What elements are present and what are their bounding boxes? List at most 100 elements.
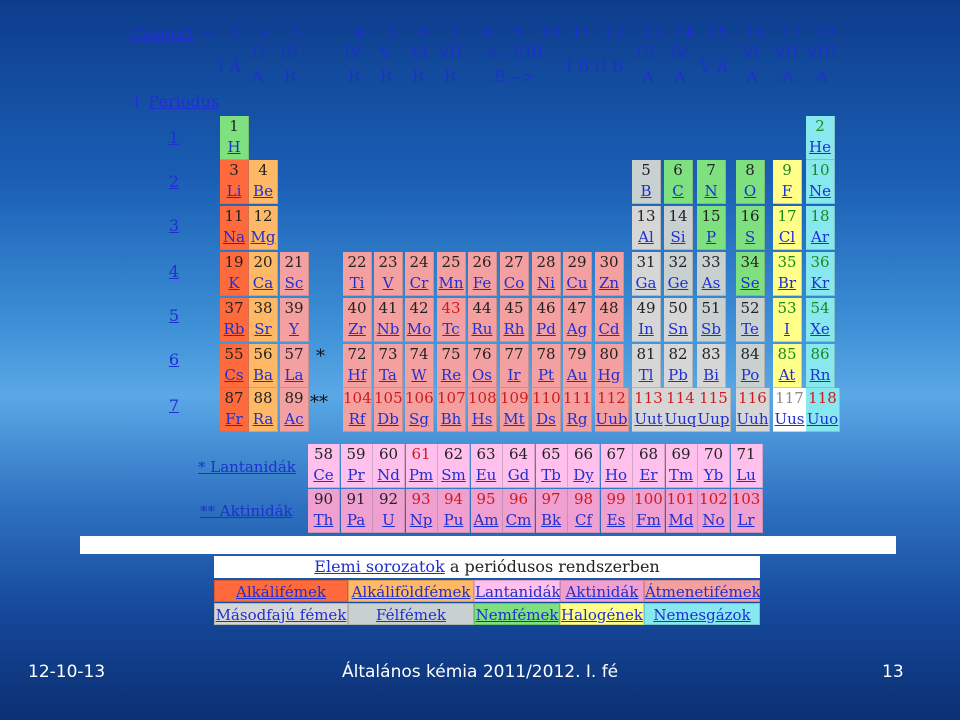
group-header-label[interactable]: Csoport →: [130, 24, 213, 43]
element-symbol[interactable]: Ca: [249, 273, 277, 294]
element-cell-rn[interactable]: 86 Rn: [806, 344, 835, 388]
element-symbol[interactable]: Pd: [532, 319, 560, 340]
element-cell-he[interactable]: 2 He: [806, 116, 835, 160]
legend-item-r1-2[interactable]: Lantanidák: [474, 580, 561, 602]
element-symbol[interactable]: Rb: [220, 319, 248, 340]
period-number-2[interactable]: 2: [160, 172, 188, 191]
element-symbol[interactable]: Ne: [806, 181, 834, 202]
element-symbol[interactable]: Tl: [632, 365, 660, 386]
element-symbol[interactable]: Nb: [374, 319, 402, 340]
element-symbol[interactable]: Sn: [664, 319, 692, 340]
element-cell-co[interactable]: 27 Co: [500, 252, 529, 296]
element-symbol[interactable]: Tb: [536, 465, 567, 486]
element-symbol[interactable]: K: [220, 273, 248, 294]
period-number-6[interactable]: 6: [160, 350, 188, 369]
element-symbol[interactable]: Cd: [595, 319, 623, 340]
element-cell-ta[interactable]: 73 Ta: [374, 344, 403, 388]
element-cell-as[interactable]: 33 As: [697, 252, 726, 296]
element-symbol[interactable]: Sm: [438, 465, 469, 486]
element-symbol[interactable]: Cr: [405, 273, 433, 294]
element-cell-am[interactable]: 95 Am: [470, 489, 503, 533]
legend-item-r1-0[interactable]: Alkálifémek: [214, 580, 348, 602]
element-cell-uuh[interactable]: 116 Uuh: [736, 388, 770, 432]
element-symbol[interactable]: Ho: [601, 465, 632, 486]
element-symbol[interactable]: Rh: [500, 319, 528, 340]
element-cell-db[interactable]: 105 Db: [374, 388, 403, 432]
element-cell-se[interactable]: 34 Se: [736, 252, 765, 296]
element-symbol[interactable]: Uuh: [736, 409, 769, 430]
element-cell-sc[interactable]: 21 Sc: [280, 252, 309, 296]
legend-item-r2-4[interactable]: Nemesgázok: [644, 603, 760, 625]
element-cell-pu[interactable]: 94 Pu: [438, 489, 470, 533]
element-symbol[interactable]: Ba: [249, 365, 277, 386]
element-symbol[interactable]: Gd: [503, 465, 534, 486]
element-symbol[interactable]: Pm: [406, 465, 437, 486]
element-cell-fr[interactable]: 87 Fr: [220, 388, 249, 432]
element-symbol[interactable]: Pu: [438, 510, 469, 531]
legend-item-r1-1[interactable]: Alkáliföldfémek: [348, 580, 474, 602]
element-cell-dy[interactable]: 66 Dy: [568, 444, 600, 488]
group-number-6[interactable]: 6: [410, 24, 436, 42]
element-symbol[interactable]: Sb: [697, 319, 725, 340]
element-cell-cu[interactable]: 29 Cu: [563, 252, 592, 296]
element-symbol[interactable]: Kr: [806, 273, 834, 294]
element-cell-sm[interactable]: 62 Sm: [438, 444, 470, 488]
element-cell-tb[interactable]: 65 Tb: [535, 444, 568, 488]
element-symbol[interactable]: Ar: [806, 227, 834, 248]
element-cell-ti[interactable]: 22 Ti: [343, 252, 372, 296]
element-cell-uut[interactable]: 113 Uut: [632, 388, 666, 432]
element-symbol[interactable]: Pa: [341, 510, 372, 531]
element-symbol[interactable]: Yb: [698, 465, 729, 486]
element-symbol[interactable]: Lr: [731, 510, 762, 531]
actinides-label[interactable]: ** Aktinidák: [200, 502, 293, 520]
element-symbol[interactable]: Ce: [308, 465, 339, 486]
group-number-16[interactable]: 16: [742, 24, 768, 42]
element-cell-mo[interactable]: 42 Mo: [405, 298, 434, 342]
element-symbol[interactable]: B: [632, 181, 660, 202]
element-cell-ds[interactable]: 110 Ds: [532, 388, 561, 432]
element-cell-ca[interactable]: 20 Ca: [249, 252, 278, 296]
element-cell-pa[interactable]: 91 Pa: [340, 489, 373, 533]
element-symbol[interactable]: Re: [437, 365, 465, 386]
element-cell-mg[interactable]: 12 Mg: [249, 206, 278, 250]
element-cell-s[interactable]: 16 S: [736, 206, 765, 250]
element-cell-lr[interactable]: 103 Lr: [730, 489, 763, 533]
element-symbol[interactable]: Cs: [220, 365, 248, 386]
element-symbol[interactable]: Mg: [249, 227, 277, 248]
element-symbol[interactable]: Tm: [666, 465, 697, 486]
element-cell-hf[interactable]: 72 Hf: [343, 344, 372, 388]
element-symbol[interactable]: W: [405, 365, 433, 386]
element-symbol[interactable]: Tc: [437, 319, 465, 340]
element-symbol[interactable]: Se: [736, 273, 764, 294]
element-cell-rh[interactable]: 45 Rh: [500, 298, 529, 342]
period-number-4[interactable]: 4: [160, 262, 188, 281]
element-symbol[interactable]: C: [664, 181, 692, 202]
element-cell-bk[interactable]: 97 Bk: [535, 489, 568, 533]
group-number-15[interactable]: 15: [705, 24, 731, 42]
element-cell-kr[interactable]: 36 Kr: [806, 252, 835, 296]
element-symbol[interactable]: Uup: [697, 409, 730, 430]
element-symbol[interactable]: Bi: [697, 365, 725, 386]
element-symbol[interactable]: Rf: [343, 409, 371, 430]
element-symbol[interactable]: U: [373, 510, 404, 531]
element-cell-ge[interactable]: 32 Ge: [664, 252, 693, 296]
group-number-18[interactable]: 18: [812, 24, 838, 42]
element-symbol[interactable]: Ru: [468, 319, 496, 340]
period-number-7[interactable]: 7: [160, 396, 188, 415]
element-cell-n[interactable]: 7N: [697, 160, 726, 204]
element-cell-in[interactable]: 49 In: [632, 298, 661, 342]
element-cell-cr[interactable]: 24 Cr: [405, 252, 434, 296]
element-cell-ar[interactable]: 18 Ar: [806, 206, 835, 250]
element-symbol[interactable]: Cl: [773, 227, 801, 248]
element-cell-fm[interactable]: 100 Fm: [633, 489, 665, 533]
element-symbol[interactable]: Te: [736, 319, 764, 340]
element-symbol[interactable]: At: [773, 365, 801, 386]
element-symbol[interactable]: Mt: [500, 409, 528, 430]
element-cell-sg[interactable]: 106 Sg: [405, 388, 434, 432]
element-cell-hg[interactable]: 80 Hg: [595, 344, 624, 388]
element-cell-cm[interactable]: 96 Cm: [503, 489, 535, 533]
element-symbol[interactable]: Cf: [568, 510, 599, 531]
element-symbol[interactable]: S: [736, 227, 764, 248]
element-symbol[interactable]: La: [280, 365, 308, 386]
element-symbol[interactable]: I: [773, 319, 801, 340]
